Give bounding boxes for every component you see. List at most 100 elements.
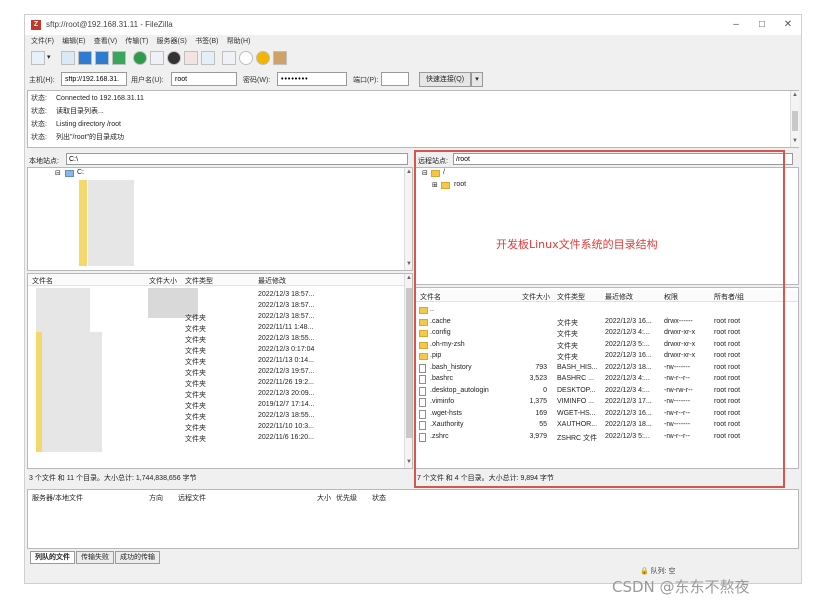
queue-column-status[interactable]: 状态 [372, 493, 386, 503]
menu-help[interactable]: 帮助(H) [227, 36, 251, 48]
cancel-icon[interactable] [167, 51, 181, 65]
log-scrollbar[interactable]: ▲ ▼ [790, 91, 799, 147]
maximize-button[interactable]: □ [751, 18, 773, 32]
column-owner[interactable]: 所有者/组 [714, 292, 744, 302]
menu-edit[interactable]: 编辑(E) [62, 36, 85, 48]
table-row[interactable]: .desktop_autologin 0 DESKTOP... 2022/12/3 4… [416, 386, 798, 397]
table-row[interactable]: .config 文件夹 2022/12/3 4:... drwxr-xr-x root … [416, 328, 798, 339]
table-row[interactable]: 文件夹 2022/12/3 19:57... [28, 367, 412, 378]
table-row[interactable]: 文件夹 2022/12/3 20:09... [28, 389, 412, 400]
table-row[interactable]: 文件夹 2022/11/26 19:2... [28, 378, 412, 389]
table-row[interactable]: 2022/12/3 18:57... [28, 290, 412, 301]
toggle-queue-icon[interactable] [112, 51, 126, 65]
process-queue-icon[interactable] [150, 51, 164, 65]
menu-server[interactable]: 服务器(S) [157, 36, 187, 48]
local-tree[interactable]: ⊟ C: ▲ ▼ [27, 167, 413, 271]
column-filesize[interactable]: 文件大小 [149, 276, 177, 286]
filezilla-window: Z sftp://root@192.168.31.11 - FileZilla … [24, 14, 802, 584]
reconnect-icon[interactable] [201, 51, 215, 65]
table-row[interactable]: 文件夹 2022/12/3 18:57... [28, 312, 412, 323]
table-row[interactable]: 文件夹 2022/11/10 10:3... [28, 422, 412, 433]
table-row[interactable]: 文件夹 2022/11/13 0:14... [28, 356, 412, 367]
toggle-remote-tree-icon[interactable] [95, 51, 109, 65]
remote-file-list[interactable]: 文件名 文件大小 文件类型 最近修改 权限 所有者/组 .. .cache 文件夹 2… [415, 287, 799, 469]
remote-tree[interactable]: ⊟ / ⊞ root [415, 167, 799, 285]
host-input[interactable] [61, 72, 127, 86]
file-icon [419, 363, 426, 373]
cell-type: 文件夹 [557, 319, 578, 327]
menu-bookmarks[interactable]: 书签(B) [195, 36, 218, 48]
table-row[interactable]: .viminfo 1,375 VIMINFO ... 2022/12/3 17... -… [416, 397, 798, 408]
tree-expander-icon[interactable]: ⊞ [432, 181, 438, 189]
table-row[interactable]: 文件夹 2019/12/7 17:14... [28, 400, 412, 411]
table-row[interactable]: .oh-my-zsh 文件夹 2022/12/3 5:... drwxr-xr-x ro… [416, 340, 798, 351]
tab-failed-transfers[interactable]: 传输失败 [76, 551, 114, 564]
table-row[interactable]: .bash_history 793 BASH_HIS... 2022/12/3 18.… [416, 363, 798, 374]
menu-file[interactable]: 文件(F) [31, 36, 54, 48]
queue-column-remote[interactable]: 远程文件 [178, 493, 206, 503]
tree-drive-c[interactable]: C: [77, 169, 84, 176]
menu-view[interactable]: 查看(V) [94, 36, 117, 48]
quickconnect-button[interactable]: 快速连接(Q) [419, 72, 471, 87]
table-row[interactable]: .cache 文件夹 2022/12/3 16... drwx------ root r… [416, 317, 798, 328]
column-permissions[interactable]: 权限 [664, 292, 678, 302]
quickconnect-dropdown-icon[interactable]: ▾ [471, 72, 483, 87]
column-modified[interactable]: 最近修改 [258, 276, 286, 286]
tree-root-folder[interactable]: root [454, 181, 466, 188]
toggle-local-tree-icon[interactable] [78, 51, 92, 65]
minimize-button[interactable]: – [725, 18, 747, 32]
column-filetype[interactable]: 文件类型 [185, 276, 213, 286]
sync-browse-icon[interactable] [256, 51, 270, 65]
tree-expander-icon[interactable]: ⊟ [422, 169, 428, 177]
site-manager-icon[interactable] [31, 51, 45, 65]
local-tree-scrollbar[interactable]: ▲ ▼ [404, 168, 412, 270]
table-row[interactable]: 2022/12/3 18:57... [28, 301, 412, 312]
column-filetype[interactable]: 文件类型 [557, 292, 585, 302]
table-row[interactable]: .Xauthority 55 XAUTHOR... 2022/12/3 18... -r… [416, 420, 798, 431]
remote-site-input[interactable] [453, 153, 793, 165]
table-row[interactable]: 文件夹 2022/12/3 0:17:04 [28, 345, 412, 356]
find-files-icon[interactable] [273, 51, 287, 65]
queue-column-local[interactable]: 服务器/本地文件 [32, 493, 83, 503]
column-filename[interactable]: 文件名 [32, 276, 53, 286]
queue-column-priority[interactable]: 优先级 [336, 493, 357, 503]
disconnect-icon[interactable] [184, 51, 198, 65]
folder-icon [419, 341, 428, 349]
column-filesize[interactable]: 文件大小 [522, 292, 550, 302]
table-row[interactable]: 文件夹 2022/12/3 18:55... [28, 334, 412, 345]
file-icon [419, 398, 426, 407]
local-site-input[interactable] [66, 153, 408, 165]
username-input[interactable] [171, 72, 237, 86]
table-row[interactable]: 文件夹 2022/12/3 18:55... [28, 411, 412, 422]
column-filename[interactable]: 文件名 [420, 292, 441, 302]
local-file-list[interactable]: 文件名 文件大小 文件类型 最近修改 2022/12/3 18:57... 20… [27, 273, 413, 469]
table-row[interactable]: .bashrc 3,523 BASHRC ... 2022/12/3 4:... -rw… [416, 374, 798, 385]
tab-successful-transfers[interactable]: 成功的传输 [115, 551, 160, 564]
table-row[interactable]: .pip 文件夹 2022/12/3 16... drwxr-xr-x root roo… [416, 351, 798, 362]
refresh-icon[interactable] [133, 51, 147, 65]
cell-owner: root root [714, 375, 741, 382]
table-row[interactable]: .wget-hsts 169 WGET-HS... 2022/12/3 16... -r… [416, 409, 798, 420]
table-row[interactable]: .zshrc 3,979 ZSHRC 文件 2022/12/3 5:... -rw-r-… [416, 432, 798, 443]
queue-column-direction[interactable]: 方向 [149, 493, 163, 503]
port-input[interactable] [381, 72, 409, 86]
search-icon[interactable] [239, 51, 253, 65]
menu-transfer[interactable]: 传输(T) [125, 36, 148, 48]
local-list-scrollbar[interactable]: ▲ ▼ [404, 274, 412, 468]
tree-root[interactable]: / [443, 169, 445, 176]
filter-icon[interactable] [222, 51, 236, 65]
column-modified[interactable]: 最近修改 [605, 292, 633, 302]
tab-queued-files[interactable]: 列队的文件 [30, 551, 75, 564]
site-manager-dropdown-icon[interactable]: ▾ [47, 51, 55, 65]
bottom-status: 🔒 队列: 空 [640, 566, 676, 576]
table-row[interactable]: 文件夹 2022/11/11 1:48... [28, 323, 412, 334]
close-button[interactable]: ✕ [777, 18, 799, 32]
table-row[interactable]: .. [416, 305, 798, 316]
table-row[interactable]: 文件夹 2022/11/6 16:20... [28, 433, 412, 444]
queue-column-size[interactable]: 大小 [317, 493, 331, 503]
toggle-log-icon[interactable] [61, 51, 75, 65]
transfer-queue[interactable]: 服务器/本地文件 方向 远程文件 大小 优先级 状态 [27, 489, 799, 549]
cell-perm: drwxr-xr-x [664, 340, 696, 348]
password-input[interactable] [277, 72, 347, 86]
tree-expander-icon[interactable]: ⊟ [55, 169, 61, 177]
